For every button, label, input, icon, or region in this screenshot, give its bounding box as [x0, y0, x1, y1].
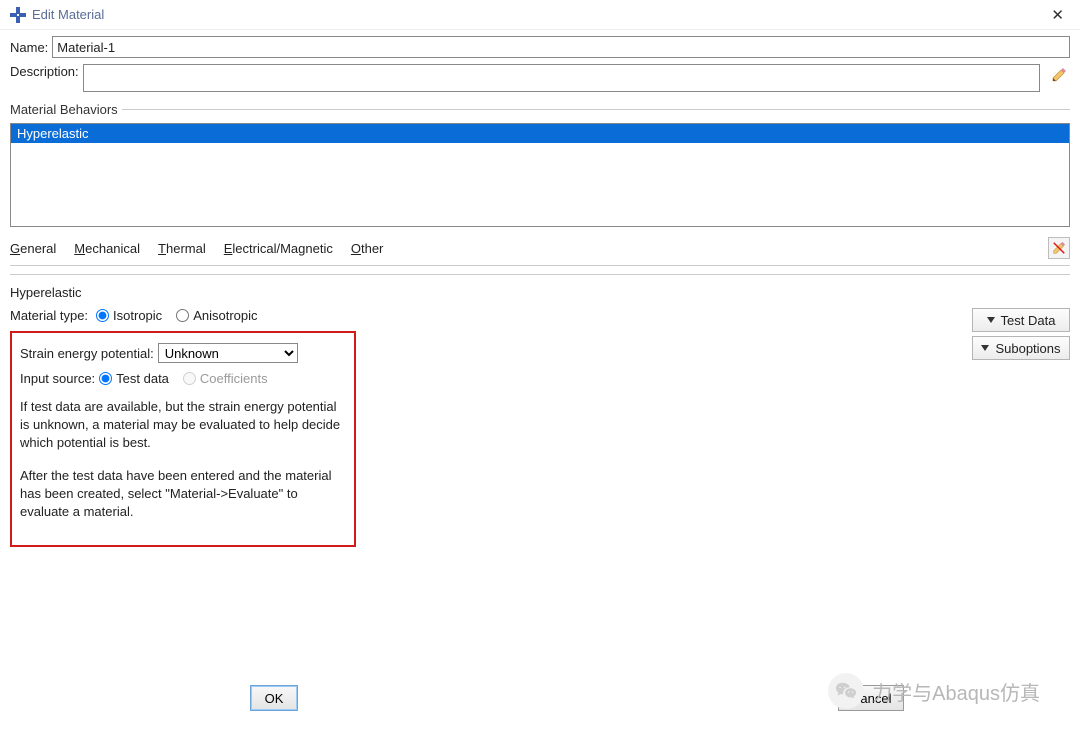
ok-button[interactable]: OK	[250, 685, 298, 711]
behavior-menubar: General Mechanical Thermal Electrical/Ma…	[10, 237, 1070, 266]
test-data-button[interactable]: Test Data	[972, 308, 1070, 332]
help-text: If test data are available, but the stra…	[20, 398, 346, 521]
window-title: Edit Material	[32, 7, 1043, 22]
section-title: Hyperelastic	[10, 285, 86, 300]
material-behaviors-list[interactable]: Hyperelastic	[10, 123, 1070, 227]
material-type-row: Material type: Isotropic Anisotropic	[10, 308, 1070, 323]
description-input[interactable]	[83, 64, 1040, 92]
strain-potential-label: Strain energy potential:	[20, 346, 154, 361]
radio-coefficients-label: Coefficients	[200, 371, 268, 386]
dropdown-arrow-icon	[987, 317, 995, 323]
menu-electrical[interactable]: Electrical/Magnetic	[224, 241, 333, 256]
suboptions-label: Suboptions	[995, 341, 1060, 356]
name-label: Name:	[10, 40, 48, 55]
titlebar: Edit Material ✕	[0, 0, 1080, 30]
strain-potential-select[interactable]: Unknown	[158, 343, 298, 363]
strain-energy-panel: Strain energy potential: Unknown Input s…	[10, 331, 356, 547]
delete-behavior-icon[interactable]	[1048, 237, 1070, 259]
radio-anisotropic-input[interactable]	[176, 309, 189, 322]
help-paragraph-2: After the test data have been entered an…	[20, 467, 346, 522]
radio-anisotropic-label: Anisotropic	[193, 308, 257, 323]
input-source-row: Input source: Test data Coefficients	[20, 371, 346, 386]
radio-isotropic[interactable]: Isotropic	[96, 308, 162, 323]
behaviors-item-hyperelastic[interactable]: Hyperelastic	[11, 124, 1069, 143]
radio-isotropic-label: Isotropic	[113, 308, 162, 323]
app-icon	[10, 7, 26, 23]
radio-coefficients: Coefficients	[183, 371, 268, 386]
help-paragraph-1: If test data are available, but the stra…	[20, 398, 346, 453]
radio-test-data[interactable]: Test data	[99, 371, 169, 386]
description-row: Description:	[10, 64, 1070, 92]
radio-anisotropic[interactable]: Anisotropic	[176, 308, 257, 323]
right-dropdown-buttons: Test Data Suboptions	[972, 308, 1070, 360]
menu-other[interactable]: Other	[351, 241, 384, 256]
name-input[interactable]	[52, 36, 1070, 58]
dropdown-arrow-icon	[981, 345, 989, 351]
pencil-icon[interactable]	[1048, 64, 1070, 86]
description-label: Description:	[10, 64, 79, 79]
menu-thermal[interactable]: Thermal	[158, 241, 206, 256]
radio-isotropic-input[interactable]	[96, 309, 109, 322]
input-source-label: Input source:	[20, 371, 95, 386]
close-icon[interactable]: ✕	[1043, 4, 1072, 26]
strain-potential-row: Strain energy potential: Unknown	[20, 343, 346, 363]
menu-general[interactable]: General	[10, 241, 56, 256]
hyperelastic-section: Hyperelastic Material type: Isotropic An…	[10, 274, 1070, 547]
dialog-button-row: OK Cancel	[250, 685, 904, 711]
cancel-button[interactable]: Cancel	[838, 685, 904, 711]
test-data-label: Test Data	[1001, 313, 1056, 328]
radio-test-data-label: Test data	[116, 371, 169, 386]
dialog-content: Name: Description: Material Behaviors Hy…	[0, 30, 1080, 547]
material-behaviors-fieldset: Material Behaviors Hyperelastic General …	[10, 102, 1070, 266]
radio-coefficients-input	[183, 372, 196, 385]
name-row: Name:	[10, 36, 1070, 58]
material-type-label: Material type:	[10, 308, 88, 323]
material-behaviors-legend: Material Behaviors	[6, 102, 122, 117]
menu-mechanical[interactable]: Mechanical	[74, 241, 140, 256]
suboptions-button[interactable]: Suboptions	[972, 336, 1070, 360]
radio-test-data-input[interactable]	[99, 372, 112, 385]
